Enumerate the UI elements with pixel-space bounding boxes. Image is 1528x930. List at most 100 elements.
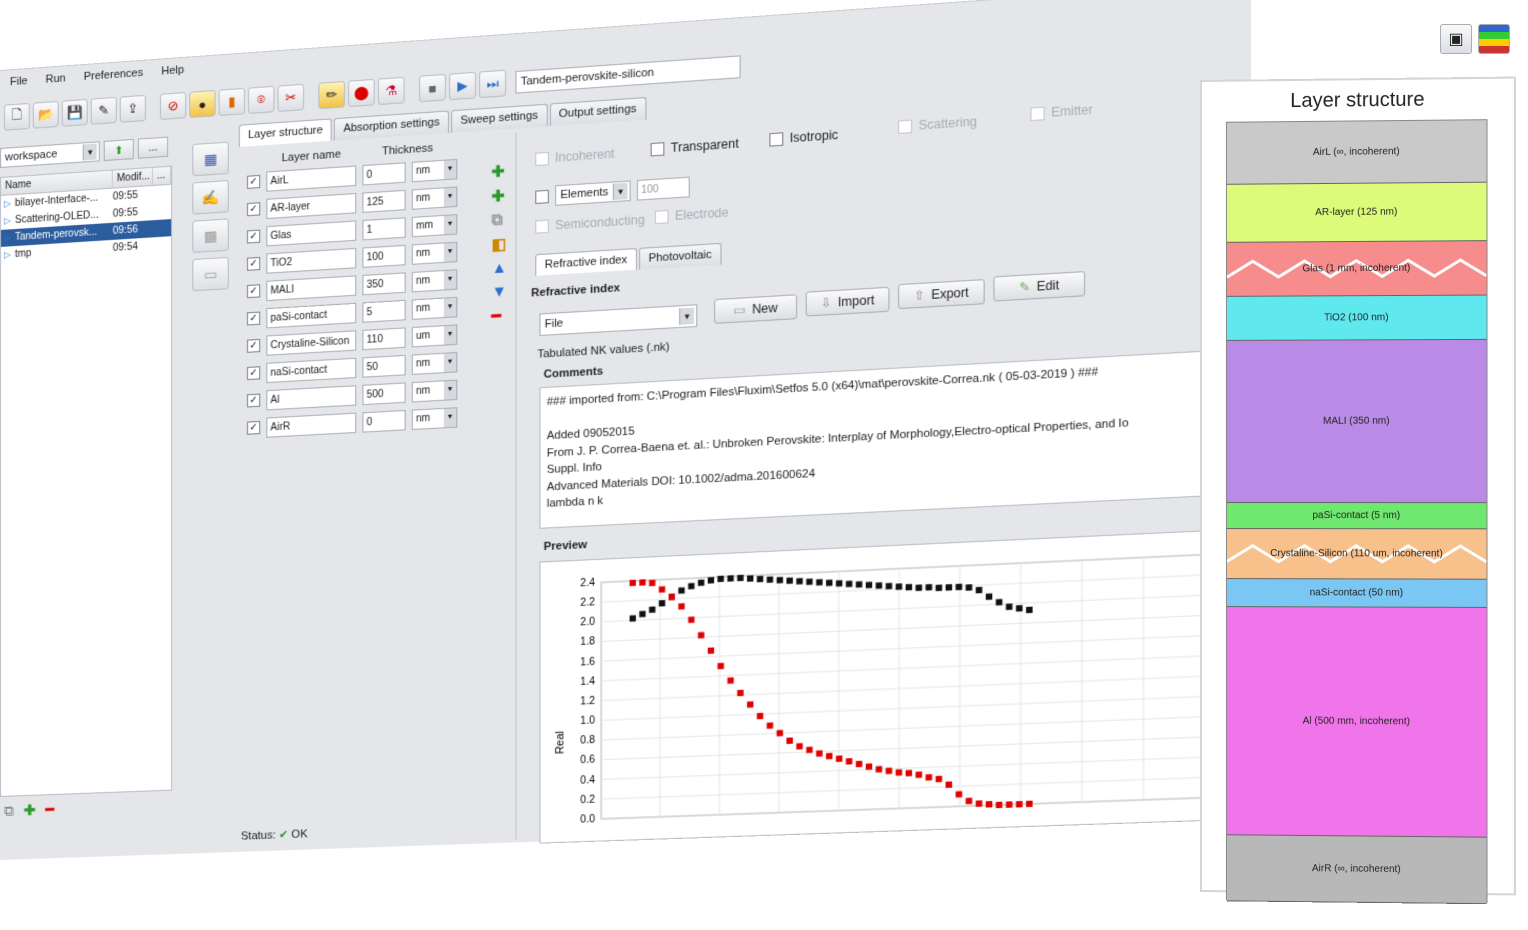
paste-layer-icon[interactable]: ◧ [492, 234, 507, 254]
document-title-field[interactable]: Tandem-perovskite-silicon [515, 55, 741, 94]
layer-checkbox[interactable]: ✓ [247, 338, 261, 353]
move-up-icon[interactable]: ▲ [492, 259, 507, 277]
add-layer-icon[interactable]: ✚ [492, 162, 507, 181]
tab-photovoltaic[interactable]: Photovoltaic [638, 242, 722, 270]
column-modified[interactable]: Modif... [112, 167, 153, 188]
option-incoherent[interactable]: Incoherent [535, 146, 615, 166]
structure-layer[interactable]: AirL (∞, incoherent) [1226, 120, 1487, 185]
layer-name-field[interactable]: Glas [266, 219, 357, 246]
new-button[interactable]: ▭ New [714, 294, 798, 324]
column-more[interactable]: ... [152, 166, 172, 185]
no-sim-icon[interactable]: ⊘ [160, 92, 187, 121]
record-icon[interactable]: ⬤ [348, 78, 375, 108]
export-icon[interactable]: ⇪ [119, 94, 146, 123]
menu-file[interactable]: File [10, 75, 28, 96]
presentation-icon[interactable]: ▭ [192, 256, 229, 292]
tab-layer-structure[interactable]: Layer structure [238, 118, 333, 147]
structure-layer[interactable]: Crystaline-Silicon (110 um, incoherent) [1226, 529, 1487, 580]
export-button[interactable]: ⇧ Export [898, 279, 985, 310]
layer-checkbox[interactable]: ✓ [247, 366, 261, 381]
stop-icon[interactable]: ■ [419, 73, 446, 103]
layer-checkbox[interactable]: ✓ [247, 420, 261, 435]
thickness-field[interactable]: 50 [362, 354, 406, 378]
layer-name-field[interactable]: Al [266, 384, 357, 410]
layer-checkbox[interactable]: ✓ [247, 393, 261, 408]
thickness-field[interactable]: 110 [362, 326, 406, 350]
layer-checkbox[interactable]: ✓ [247, 284, 261, 299]
layer-name-field[interactable]: MALI [266, 274, 357, 301]
edit-icon[interactable]: ✎ [90, 96, 117, 125]
option-semiconducting[interactable]: Semiconducting [535, 213, 645, 234]
edit-button[interactable]: ✎ Edit [993, 271, 1086, 302]
unit-select[interactable]: mm ▼ [411, 213, 458, 237]
unit-select[interactable]: nm ▼ [411, 158, 458, 182]
gray-box-icon[interactable]: ▩ [192, 218, 229, 254]
play-icon[interactable]: ▶ [449, 71, 476, 101]
option-isotropic[interactable]: Isotropic [769, 128, 838, 147]
structure-layer[interactable]: paSi-contact (5 nm) [1226, 503, 1487, 530]
option-transparent[interactable]: Transparent [650, 136, 739, 156]
unit-select[interactable]: nm ▼ [411, 241, 458, 265]
insert-layer-icon[interactable]: ✚ [492, 186, 507, 206]
tab-output-settings[interactable]: Output settings [549, 97, 646, 127]
calendar-icon[interactable]: ▦ [192, 141, 229, 177]
arrow-up-icon[interactable]: ⬆ [103, 138, 134, 162]
pin-icon[interactable]: ⌾ [248, 85, 275, 114]
browse-button[interactable]: ... [137, 136, 169, 159]
unit-select[interactable]: nm ▼ [411, 379, 458, 402]
open-folder-icon[interactable]: 📂 [32, 100, 59, 129]
elements-count-field[interactable]: 100 [636, 176, 690, 201]
cut-icon[interactable]: ✂ [277, 83, 305, 112]
thickness-field[interactable]: 0 [362, 161, 406, 185]
thickness-field[interactable]: 350 [362, 271, 406, 295]
remove-layer-icon[interactable]: ━ [492, 306, 507, 326]
unit-select[interactable]: nm ▼ [411, 406, 458, 430]
skip-icon[interactable]: ⏭ [479, 69, 507, 99]
thickness-field[interactable]: 125 [362, 189, 406, 213]
option-scattering[interactable]: Scattering [898, 114, 977, 134]
option-electrode[interactable]: Electrode [654, 205, 729, 224]
layer-checkbox[interactable]: ✓ [247, 202, 261, 217]
structure-layer[interactable]: MALI (350 nm) [1226, 339, 1487, 504]
layer-name-field[interactable]: AR-layer [266, 192, 357, 219]
structure-layer[interactable]: AR-layer (125 nm) [1226, 182, 1487, 243]
layer-checkbox[interactable]: ✓ [247, 174, 261, 189]
thickness-field[interactable]: 5 [362, 299, 406, 323]
image-view-icon[interactable]: ▣ [1440, 24, 1472, 54]
layer-checkbox[interactable]: ✓ [247, 229, 261, 244]
layer-checkbox[interactable]: ✓ [247, 256, 261, 271]
thickness-field[interactable]: 500 [362, 381, 406, 405]
layer-name-field[interactable]: naSi-contact [266, 357, 357, 383]
add-icon[interactable]: ✚ [24, 802, 36, 819]
new-file-icon[interactable]: 🗋 [3, 102, 30, 131]
thickness-field[interactable]: 0 [362, 409, 406, 433]
light-bulb-icon[interactable]: ● [189, 89, 216, 119]
layer-name-field[interactable]: paSi-contact [266, 302, 357, 328]
unit-select[interactable]: nm ▼ [411, 185, 458, 210]
workspace-select[interactable]: workspace ▼ [0, 141, 100, 168]
copy-layer-icon[interactable]: ⧉ [492, 211, 507, 229]
move-down-icon[interactable]: ▼ [492, 283, 507, 301]
menu-help[interactable]: Help [161, 64, 184, 86]
option-emitter[interactable]: Emitter [1030, 102, 1093, 121]
structure-layer[interactable]: TiO2 (100 nm) [1226, 295, 1487, 341]
tab-refractive-index[interactable]: Refractive index [535, 248, 637, 276]
unit-select[interactable]: nm ▼ [411, 351, 458, 375]
option-elements[interactable]: Elements ▼ 100 [535, 176, 690, 207]
copy-icon[interactable]: ⧉ [4, 802, 14, 819]
notepad-icon[interactable]: ✍ [192, 180, 229, 215]
menu-preferences[interactable]: Preferences [84, 67, 144, 91]
thickness-field[interactable]: 100 [362, 244, 406, 268]
unit-select[interactable]: um ▼ [411, 323, 458, 347]
color-bands-icon[interactable] [1478, 24, 1510, 54]
brush-icon[interactable]: ✏ [318, 80, 345, 110]
unit-select[interactable]: nm ▼ [411, 268, 458, 292]
elements-select[interactable]: Elements ▼ [555, 180, 631, 206]
layer-name-field[interactable]: Crystaline-Silicon [266, 329, 357, 356]
structure-layer[interactable]: naSi-contact (50 nm) [1226, 579, 1487, 608]
tab-sweep-settings[interactable]: Sweep settings [451, 103, 548, 133]
unit-select[interactable]: nm ▼ [411, 296, 458, 320]
layer-name-field[interactable]: AirR [266, 412, 357, 438]
battery-icon[interactable]: ▮ [218, 87, 245, 117]
nk-source-select[interactable]: File ▼ [539, 304, 698, 337]
